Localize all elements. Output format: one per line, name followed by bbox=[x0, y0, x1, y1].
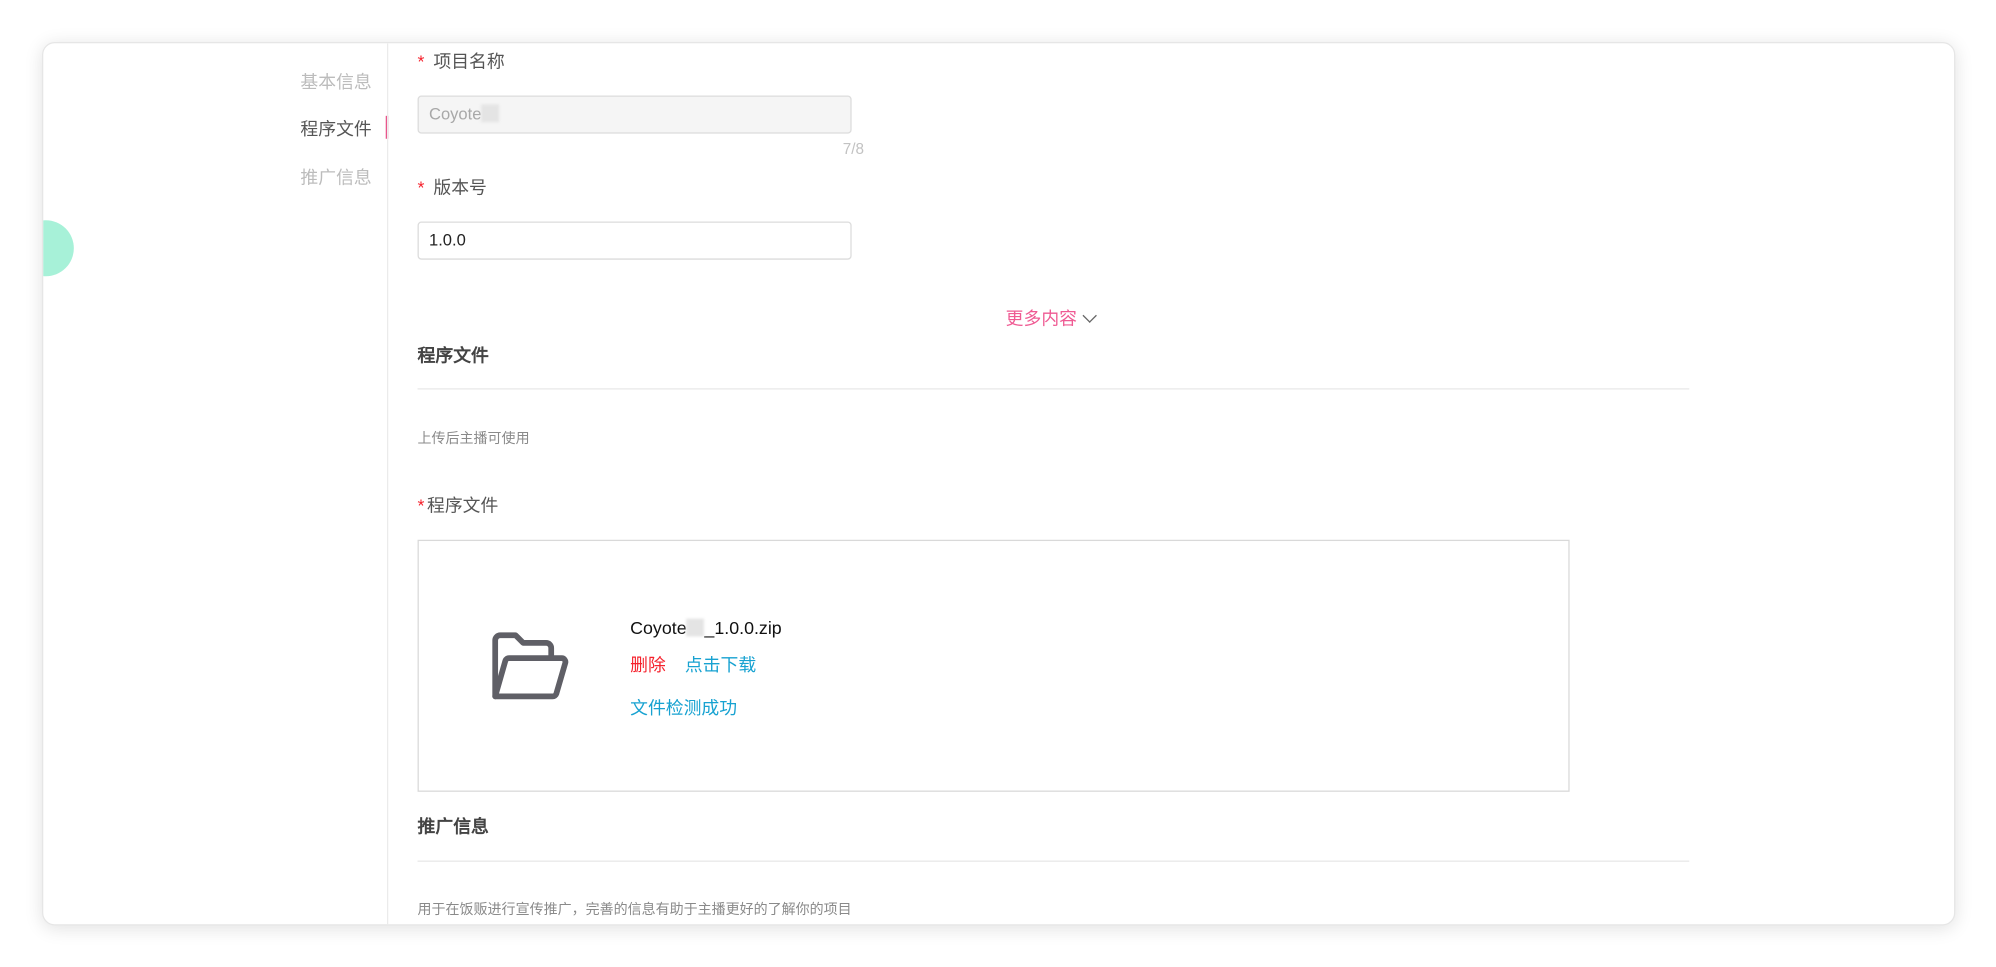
program-file-hint: 上传后主播可使用 bbox=[417, 431, 530, 447]
promo-section-title: 推广信息 bbox=[417, 815, 489, 837]
section-divider bbox=[417, 388, 1690, 390]
floating-bubble[interactable] bbox=[43, 220, 74, 277]
sidebar-divider bbox=[386, 43, 389, 925]
download-file-link[interactable]: 点击下载 bbox=[685, 652, 756, 677]
file-name-suffix: _1.0.0.zip bbox=[704, 617, 782, 638]
version-input[interactable]: 1.0.0 bbox=[417, 221, 852, 260]
file-check-status: 文件检测成功 bbox=[630, 697, 738, 718]
program-file-field-label-text: 程序文件 bbox=[427, 495, 499, 516]
sidebar-item-promo-info[interactable]: 推广信息 bbox=[300, 164, 371, 189]
version-label: * 版本号 bbox=[418, 174, 487, 199]
section-divider bbox=[417, 860, 1690, 862]
project-name-input[interactable]: Coyote bbox=[417, 95, 852, 134]
more-content-label: 更多内容 bbox=[1005, 308, 1077, 329]
sidebar-item-program-file[interactable]: 程序文件 bbox=[300, 116, 371, 141]
project-name-value: Coyote bbox=[429, 104, 482, 124]
project-name-label-text: 项目名称 bbox=[433, 50, 505, 72]
sidebar-item-basic-info[interactable]: 基本信息 bbox=[300, 69, 371, 94]
form-card: 基本信息 程序文件 推广信息 * 项目名称 Coyote 7/8 * 版本号 1.0… bbox=[42, 42, 1956, 926]
required-mark: * bbox=[417, 495, 425, 516]
required-mark: * bbox=[417, 176, 425, 198]
uploaded-file-name: Coyote _1.0.0.zip bbox=[630, 617, 782, 637]
redacted-text bbox=[481, 104, 500, 123]
project-name-counter: 7/8 bbox=[842, 140, 864, 158]
program-file-section-title: 程序文件 bbox=[417, 344, 489, 366]
program-file-field-label: * 程序文件 bbox=[418, 493, 499, 518]
chevron-down-icon bbox=[1082, 308, 1097, 323]
file-name-prefix: Coyote bbox=[630, 617, 687, 638]
version-label-text: 版本号 bbox=[433, 176, 487, 198]
page-root: 基本信息 程序文件 推广信息 * 项目名称 Coyote 7/8 * 版本号 1.0… bbox=[0, 0, 1996, 967]
file-upload-box[interactable]: Coyote _1.0.0.zip 删除 点击下载 文件检测成功 bbox=[417, 539, 1570, 792]
folder-open-icon bbox=[492, 632, 569, 700]
more-content-toggle[interactable]: 更多内容 bbox=[1005, 306, 1097, 331]
promo-hint: 用于在饭贩进行宣传推广，完善的信息有助于主播更好的了解你的项目 bbox=[417, 902, 852, 918]
version-value: 1.0.0 bbox=[429, 230, 466, 250]
required-mark: * bbox=[417, 50, 425, 72]
project-name-label: * 项目名称 bbox=[418, 48, 505, 73]
delete-file-link[interactable]: 删除 bbox=[630, 652, 666, 677]
redacted-text bbox=[686, 618, 705, 637]
